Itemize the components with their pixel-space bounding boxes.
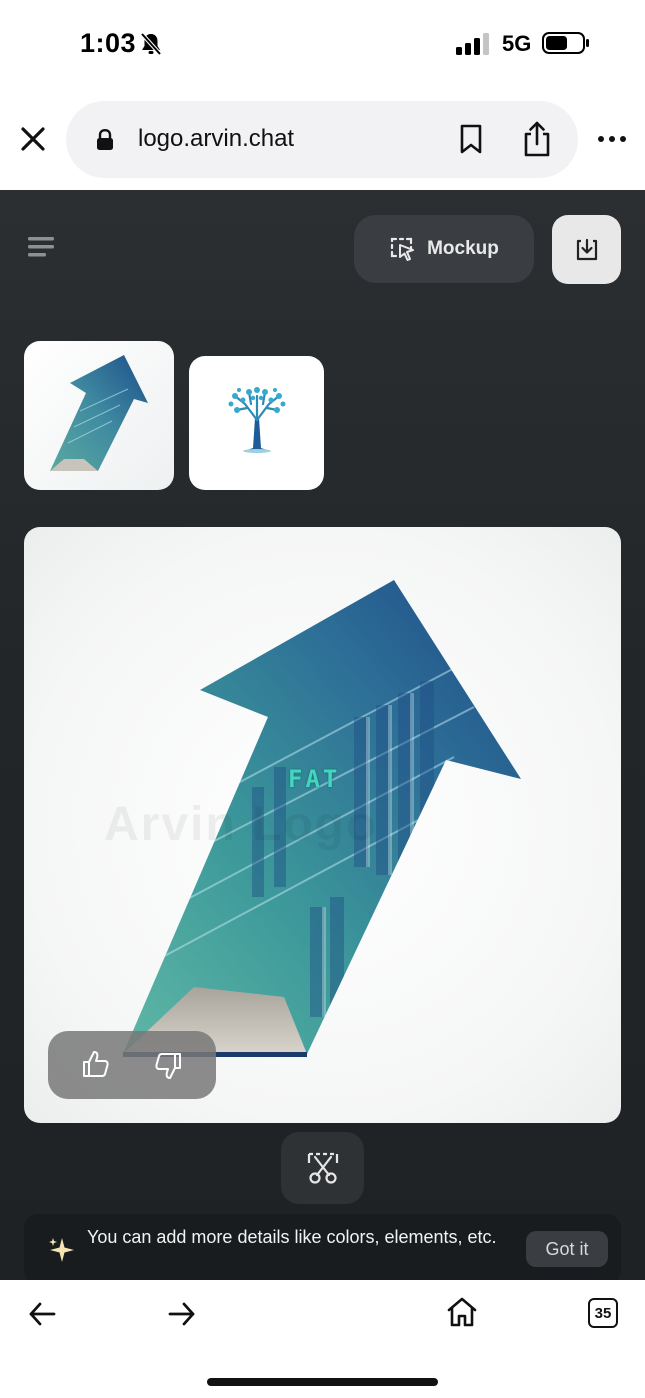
tabs-button[interactable]: 35 xyxy=(588,1298,618,1328)
sparkle-icon xyxy=(49,1238,74,1262)
status-time: 1:03 xyxy=(80,28,137,58)
network-label: 5G xyxy=(502,31,532,56)
battery-icon xyxy=(542,32,589,54)
url-text[interactable]: logo.arvin.chat xyxy=(138,125,294,153)
mockup-button[interactable]: Mockup xyxy=(354,215,534,283)
back-arrow-icon[interactable] xyxy=(28,1301,56,1327)
app-area: Mockup Arvin Logo FAT You can add more d… xyxy=(0,190,645,1284)
address-bar[interactable]: logo.arvin.chat xyxy=(66,101,578,178)
bookmark-icon[interactable] xyxy=(458,124,484,154)
mockup-label: Mockup xyxy=(427,238,499,259)
tip-banner: You can add more details like colors, el… xyxy=(24,1214,621,1284)
feedback-pill xyxy=(48,1031,216,1099)
share-icon[interactable] xyxy=(522,121,552,157)
home-indicator xyxy=(207,1378,438,1386)
cut-button[interactable] xyxy=(281,1132,364,1204)
status-bar: 1:03 5G xyxy=(0,0,645,88)
download-icon xyxy=(576,238,597,260)
logo-text: FAT xyxy=(288,765,341,793)
mockup-icon xyxy=(391,237,415,261)
bell-slash-icon xyxy=(140,32,162,56)
thumbnail-tree-logo[interactable] xyxy=(189,356,324,490)
browser-bar: logo.arvin.chat xyxy=(0,88,645,190)
signal-icon xyxy=(456,33,489,55)
home-icon[interactable] xyxy=(446,1296,478,1328)
close-icon[interactable] xyxy=(18,124,48,154)
thumbs-up-icon[interactable] xyxy=(82,1049,110,1079)
tip-text: You can add more details like colors, el… xyxy=(87,1227,497,1247)
menu-icon[interactable] xyxy=(28,236,56,258)
bottom-nav: 35 xyxy=(0,1280,645,1398)
more-icon[interactable] xyxy=(596,124,628,154)
watermark-text: Arvin Logo xyxy=(104,798,378,851)
got-it-button[interactable]: Got it xyxy=(526,1231,608,1267)
scissors-icon xyxy=(307,1152,338,1184)
arrow-bookshelf-thumbnail xyxy=(50,355,148,471)
lock-icon xyxy=(97,129,113,150)
download-button[interactable] xyxy=(552,215,621,284)
thumbs-down-icon[interactable] xyxy=(154,1051,182,1081)
thumbnail-arrow-logo[interactable] xyxy=(24,341,174,490)
forward-arrow-icon[interactable] xyxy=(168,1301,196,1327)
tree-thumbnail xyxy=(228,387,286,453)
